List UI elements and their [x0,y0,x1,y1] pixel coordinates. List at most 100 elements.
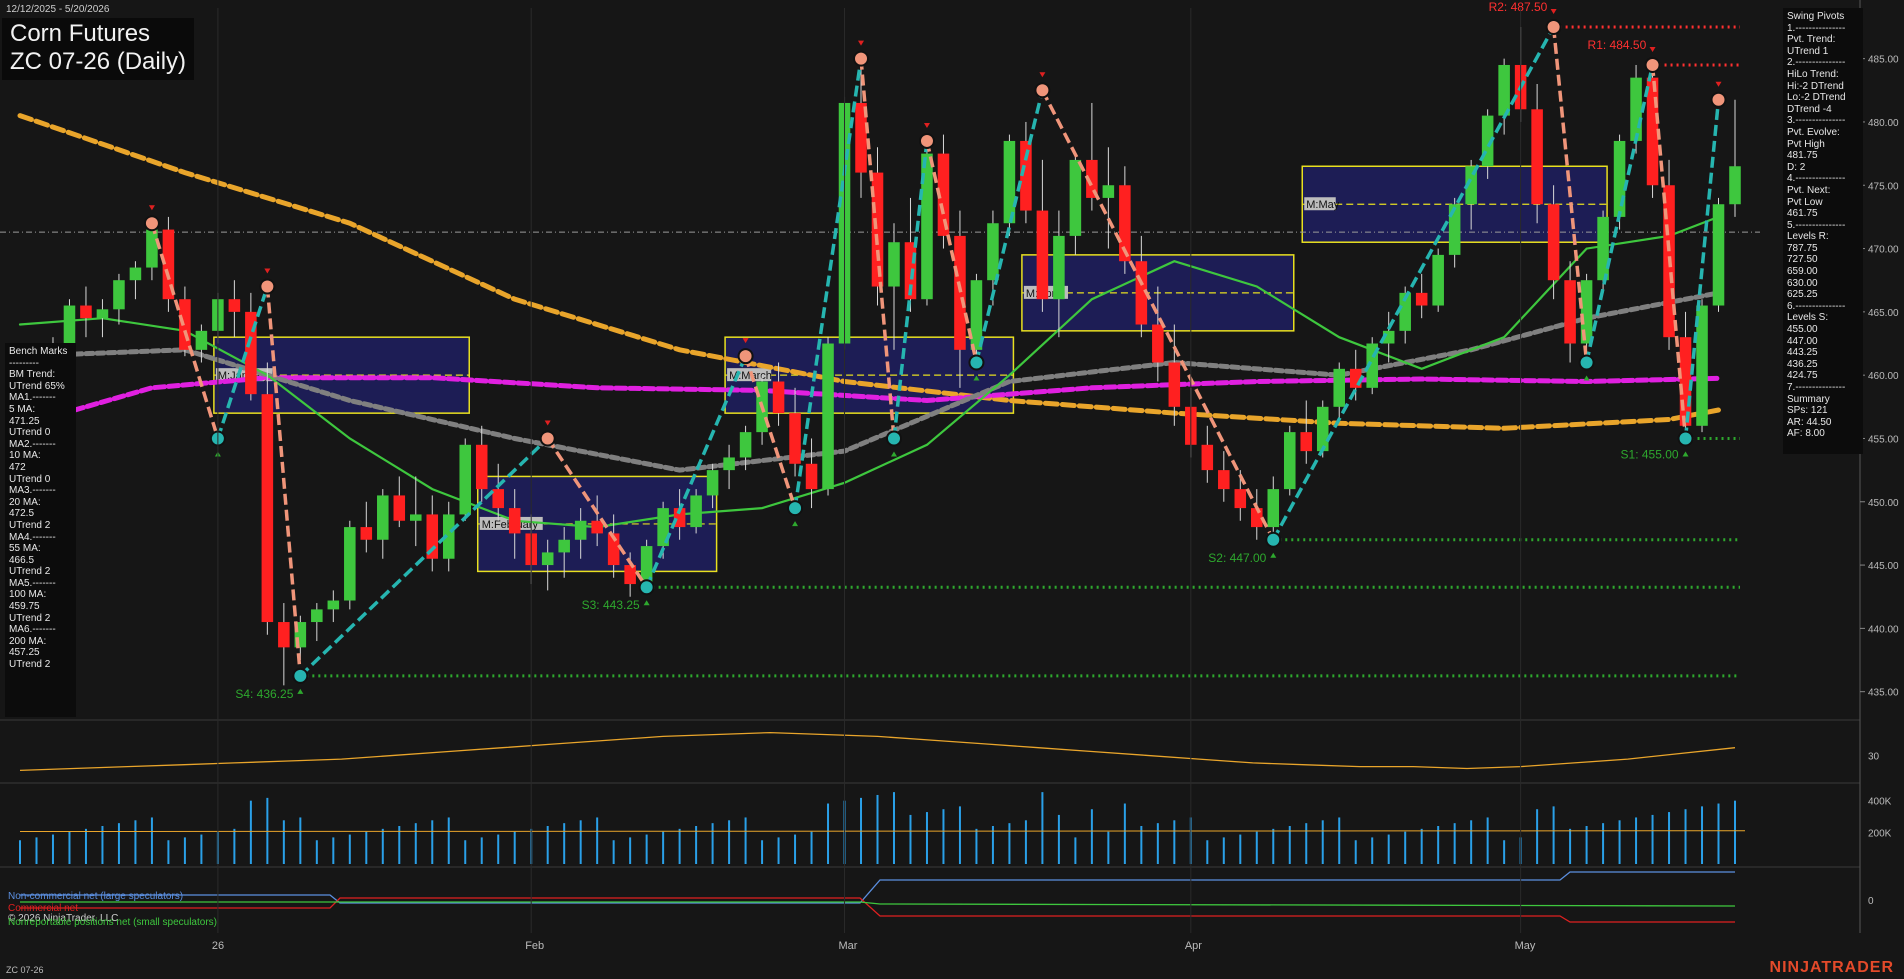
candle-body [805,463,818,490]
candle-body [146,229,158,268]
candle-body [1283,432,1296,490]
candle-body [475,444,488,490]
candle-body [1646,77,1659,186]
swing-pivot-marker [853,50,870,67]
candle-body [508,508,521,534]
candle-body [706,470,719,496]
swing-pivot-marker [1710,91,1727,108]
candle-body [1234,489,1247,509]
candle-body [80,305,92,319]
chart-title-box: Corn Futures ZC 07-26 (Daily) [2,18,195,80]
y-tick-label: 445.00 [1868,561,1899,572]
candle-body [1069,159,1082,236]
candle-body [1498,64,1510,116]
candle-body [987,223,999,281]
ninjatrader-logo: NINJATRADER [1769,959,1894,976]
candle-body [129,267,142,281]
candle-body [1531,109,1543,205]
swing-pivot-marker [1545,18,1562,35]
candle-body [1316,406,1329,452]
candle-body [1630,77,1642,141]
swing-pivot-marker [1578,354,1595,371]
candle-body [690,495,702,528]
candle-body [1729,166,1741,205]
swing-pivot-marker [539,430,556,447]
y-tick-label: 480.00 [1868,118,1899,129]
candle-body [723,457,735,471]
candle-body [1300,432,1313,452]
candle-body [1218,470,1230,490]
adx-tick-label: 30 [1868,751,1880,762]
candle-body [1597,216,1609,281]
volume-tick-label: 200K [1868,828,1892,839]
candle-body [1152,324,1164,363]
candle-body [1613,140,1626,217]
x-tick-label: Feb [525,940,544,952]
candle-body [1267,489,1280,528]
y-tick-label: 465.00 [1868,308,1899,319]
candle-body [96,309,109,319]
y-tick-label: 460.00 [1868,371,1899,382]
y-tick-label: 455.00 [1868,434,1899,445]
candle-body [1168,362,1181,407]
support-resistance-label: S2: 447.00 [1208,551,1266,565]
cot-noncommercial-label: Non-commercial net (large speculators) [8,891,184,902]
candle-body [1102,185,1115,198]
swing-pivot-marker [638,579,655,596]
candle-body [1564,280,1576,344]
support-resistance-label: S4: 436.25 [235,687,293,701]
candle-body [327,600,340,610]
candle-body [1053,235,1065,300]
candle-body [954,235,966,350]
candle-body [1333,368,1346,407]
candle-body [1712,204,1725,306]
volume-tick-label: 400K [1868,797,1892,808]
swing-pivot-marker [885,430,902,447]
price-chart: M:JanuaryM:FebruaryM:MarchM:AprilM:May43… [0,0,1904,979]
candle-body [179,299,191,350]
swing-pivot-marker [1034,82,1051,99]
candle-body [393,495,406,521]
candle-body [822,343,834,490]
candle-body [541,552,554,566]
swing-pivot-marker [737,348,754,365]
candle-body [574,520,587,540]
y-tick-label: 435.00 [1868,688,1899,699]
swing-pivot-marker [918,132,935,149]
candle-body [377,495,389,540]
support-resistance-label: S1: 455.00 [1621,447,1679,461]
candle-body [789,413,801,464]
footer-symbol: ZC 07-26 [6,965,44,975]
candle-body [1547,204,1560,281]
x-tick-label: Apr [1185,940,1202,952]
support-resistance-label: R2: 487.50 [1489,0,1548,14]
swing-pivot-marker [968,354,985,371]
cot-nonreportable-label: Nonreportable positions net (small specu… [8,917,217,928]
candle-body [1432,254,1444,306]
date-range: 12/12/2025 - 5/20/2026 [6,4,110,15]
candle-body [409,514,422,521]
candle-body [228,299,241,312]
swing-pivot-marker [292,667,309,684]
monthly-box-label: M:May [1306,199,1340,211]
candle-body [1003,140,1016,224]
candle-body [624,565,636,585]
swing-pivots-panel: Swing Pivots 1.--------------- Pvt. Tren… [1783,8,1863,454]
candle-body [195,330,208,350]
candle-body [1036,210,1049,300]
y-tick-label: 450.00 [1868,498,1899,509]
candle-body [591,520,603,534]
candle-body [739,432,752,458]
bench-marks-panel: Bench Marks --------- BM Trend: UTrend 6… [5,343,76,717]
swing-pivot-marker [1265,531,1282,548]
candle-body [113,280,125,310]
swing-pivot-marker [1644,56,1661,73]
candle-body [344,527,356,601]
y-tick-label: 440.00 [1868,624,1899,635]
swing-pivot-marker [787,500,804,517]
y-tick-label: 485.00 [1868,55,1899,66]
contract-and-period: ZC 07-26 (Daily) [10,48,187,75]
x-tick-label: Mar [839,940,858,952]
candle-body [311,609,323,623]
instrument-name: Corn Futures [10,20,151,47]
